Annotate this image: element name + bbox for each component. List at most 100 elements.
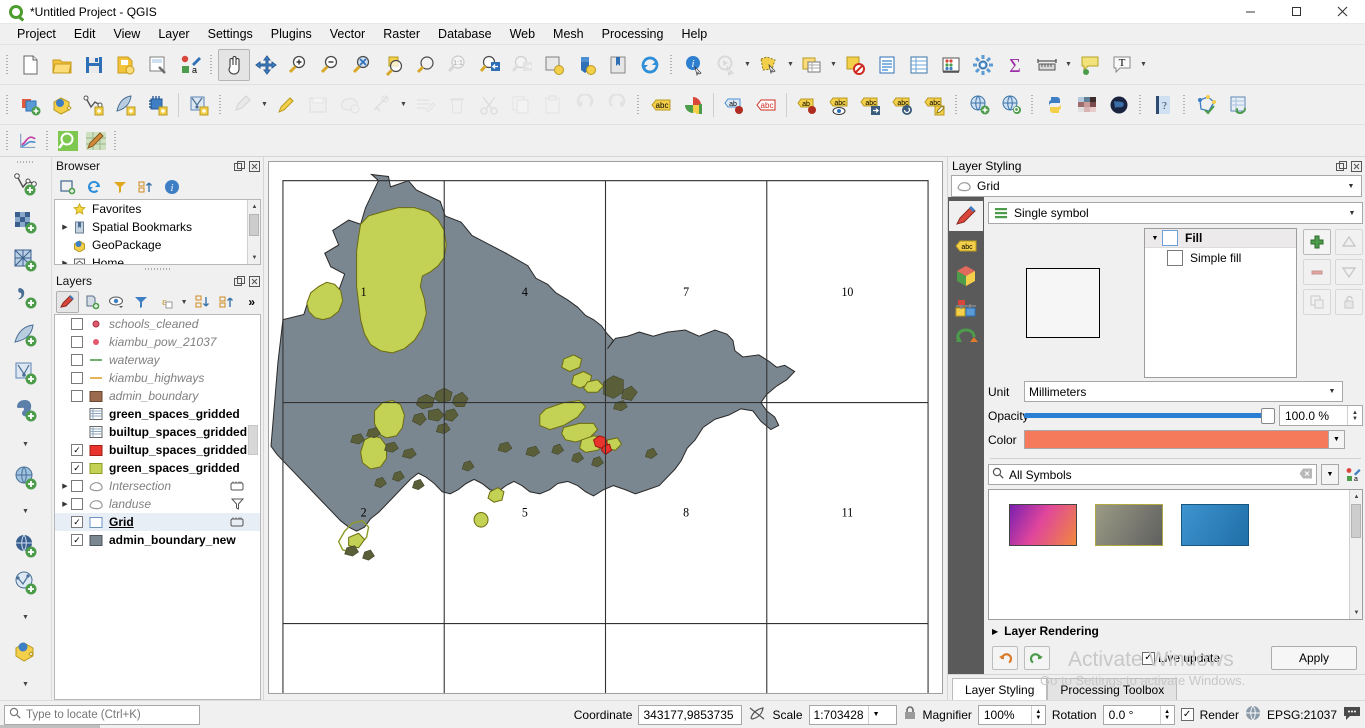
vertex-tool-dropdown[interactable]: ▼ (398, 89, 409, 121)
symbol-swatch[interactable] (1095, 504, 1163, 546)
paste-features-icon[interactable] (537, 89, 569, 121)
run-feature-action-dropdown[interactable]: ▼ (742, 49, 753, 81)
menu-database[interactable]: Database (429, 25, 501, 43)
layers-tree[interactable]: schools_cleaned kiambu_pow_21037 waterwa… (54, 314, 261, 700)
current-edits-dropdown[interactable]: ▼ (259, 89, 270, 121)
style-manager-icon[interactable]: a (1343, 467, 1363, 483)
manage-visibility-icon[interactable] (105, 291, 128, 313)
new-bookmark-icon[interactable] (602, 49, 634, 81)
maximize-button[interactable] (1273, 0, 1319, 24)
redo-icon[interactable] (1024, 646, 1050, 670)
add-mesh-layer-icon[interactable] (6, 241, 46, 279)
pan-map-icon[interactable] (218, 48, 250, 81)
chevron-down-icon[interactable]: ▼ (867, 705, 884, 724)
layers-undock-icon[interactable] (233, 275, 246, 288)
rotation-spinbox[interactable]: 0.0 ° ▲ ▼ (1102, 704, 1175, 725)
wcs-dropdown[interactable]: ▼ (20, 602, 31, 632)
opacity-spinbox[interactable]: 100.0 % ▲ ▼ (1279, 405, 1363, 426)
collapse-arrow-icon[interactable]: ▼ (1148, 235, 1162, 242)
gpkg-dropdown[interactable]: ▼ (20, 670, 31, 700)
qgis-network-icon[interactable] (1191, 89, 1223, 121)
styling-close-icon[interactable] (1350, 160, 1363, 173)
text-annotation-icon[interactable]: T (1106, 49, 1138, 81)
scroll-down-icon[interactable]: ▼ (248, 251, 260, 264)
collapse-all-layers-icon[interactable] (216, 291, 239, 313)
toggle-extents-icon[interactable] (748, 705, 766, 724)
remove-symbol-layer-icon[interactable] (1303, 259, 1331, 285)
fill-enabled-checkbox[interactable] (1162, 230, 1178, 246)
layer-visibility-checkbox[interactable] (71, 318, 83, 330)
menu-help[interactable]: Help (672, 25, 716, 43)
refresh-browser-icon[interactable] (82, 176, 106, 198)
render-checkbox[interactable]: ✓ (1180, 708, 1194, 721)
renderer-combo[interactable]: Single symbol ▼ (988, 202, 1363, 224)
move-label-icon[interactable]: ab (791, 89, 823, 121)
copy-features-icon[interactable] (505, 89, 537, 121)
add-postgis-layer-icon[interactable] (6, 392, 46, 430)
layer-visibility-checkbox[interactable]: ✓ (71, 516, 83, 528)
symbol-layer-list[interactable]: ▼ Fill Simple fill (1144, 228, 1297, 378)
toolbar-grip-5[interactable] (217, 92, 225, 118)
new-3d-map-view-icon[interactable] (570, 49, 602, 81)
duplicate-icon[interactable] (1303, 289, 1331, 315)
filter-legend-icon[interactable] (130, 291, 153, 313)
metasearch-2-icon[interactable] (995, 89, 1027, 121)
modify-attributes-icon[interactable] (409, 89, 441, 121)
zoom-to-selection-icon[interactable] (378, 49, 410, 81)
expand-arrow-icon[interactable]: ▶ (992, 627, 998, 636)
toolbar-grip-4[interactable] (4, 92, 12, 118)
deselect-features-icon[interactable] (839, 49, 871, 81)
browser-item-spatial-bookmarks[interactable]: ▶ Spatial Bookmarks (55, 218, 260, 236)
data-plotly-icon[interactable] (14, 128, 42, 154)
live-update-toggle[interactable]: ✓ Live update (1142, 651, 1220, 665)
menu-web[interactable]: Web (501, 25, 544, 43)
layer-row-admin-boundary-new[interactable]: ✓ admin_boundary_new (55, 531, 260, 549)
toolbar-grip-12[interactable] (44, 128, 52, 154)
attribute-table-2-icon[interactable] (903, 49, 935, 81)
scale-combo[interactable]: 1:703428 ▼ (808, 704, 897, 725)
layer-row-kiambu-pow[interactable]: kiambu_pow_21037 (55, 333, 260, 351)
browser-item-geopackage[interactable]: GeoPackage (55, 236, 260, 254)
chevron-down-icon[interactable]: ▼ (1344, 203, 1360, 223)
close-button[interactable] (1319, 0, 1365, 24)
add-delimited-text-layer-icon[interactable] (6, 279, 46, 317)
new-virtual-layer-icon[interactable] (183, 89, 215, 121)
layers-scrollbar[interactable] (247, 315, 260, 699)
magnifier-spinbox[interactable]: 100% ▲ ▼ (977, 704, 1046, 725)
symbol-layer-simple-fill-row[interactable]: Simple fill (1145, 248, 1296, 268)
expression-filter-dropdown[interactable]: ▼ (179, 291, 189, 313)
refresh-icon[interactable] (634, 49, 666, 81)
menu-processing[interactable]: Processing (593, 25, 673, 43)
spinner-arrows-icon[interactable]: ▲ ▼ (1159, 705, 1174, 724)
layer-visibility-checkbox[interactable]: ✓ (71, 534, 83, 546)
redo-icon[interactable] (601, 89, 633, 121)
filter-icon[interactable] (230, 498, 244, 510)
undo-icon[interactable] (569, 89, 601, 121)
symbol-search-dropdown[interactable]: ▼ (1321, 464, 1339, 485)
menu-settings[interactable]: Settings (199, 25, 262, 43)
browser-tree[interactable]: Favorites ▶ Spatial Bookmarks GeoPackage (54, 199, 261, 265)
toggle-editing-icon[interactable] (270, 89, 302, 121)
add-group-icon[interactable] (81, 291, 104, 313)
add-wcs-layer-icon[interactable] (6, 565, 46, 603)
panel-splitter[interactable] (52, 265, 263, 272)
layer-visibility-checkbox[interactable] (71, 480, 83, 492)
gallery-scrollbar[interactable]: ▲ ▼ (1349, 490, 1362, 619)
measure-line-icon[interactable] (1031, 49, 1063, 81)
symbol-gallery[interactable]: ▲ ▼ (988, 489, 1363, 620)
layer-row-admin-boundary[interactable]: admin_boundary (55, 387, 260, 405)
new-print-layout-icon[interactable] (142, 49, 174, 81)
layer-visibility-checkbox[interactable] (71, 354, 83, 366)
open-layer-styling-icon[interactable] (56, 291, 79, 313)
options-icon[interactable] (967, 49, 999, 81)
map-tips-icon[interactable] (1074, 49, 1106, 81)
apply-button[interactable]: Apply (1271, 646, 1357, 670)
move-down-icon[interactable] (1335, 259, 1363, 285)
toolbar-grip[interactable] (4, 52, 12, 78)
change-label-icon[interactable]: abc (919, 89, 951, 121)
tab-symbology[interactable] (949, 201, 983, 231)
memory-layer-icon[interactable] (230, 516, 244, 528)
zoom-last-icon[interactable] (474, 49, 506, 81)
tab-processing-toolbox[interactable]: Processing Toolbox (1047, 678, 1178, 700)
expand-arrow[interactable]: ▶ (59, 500, 71, 508)
